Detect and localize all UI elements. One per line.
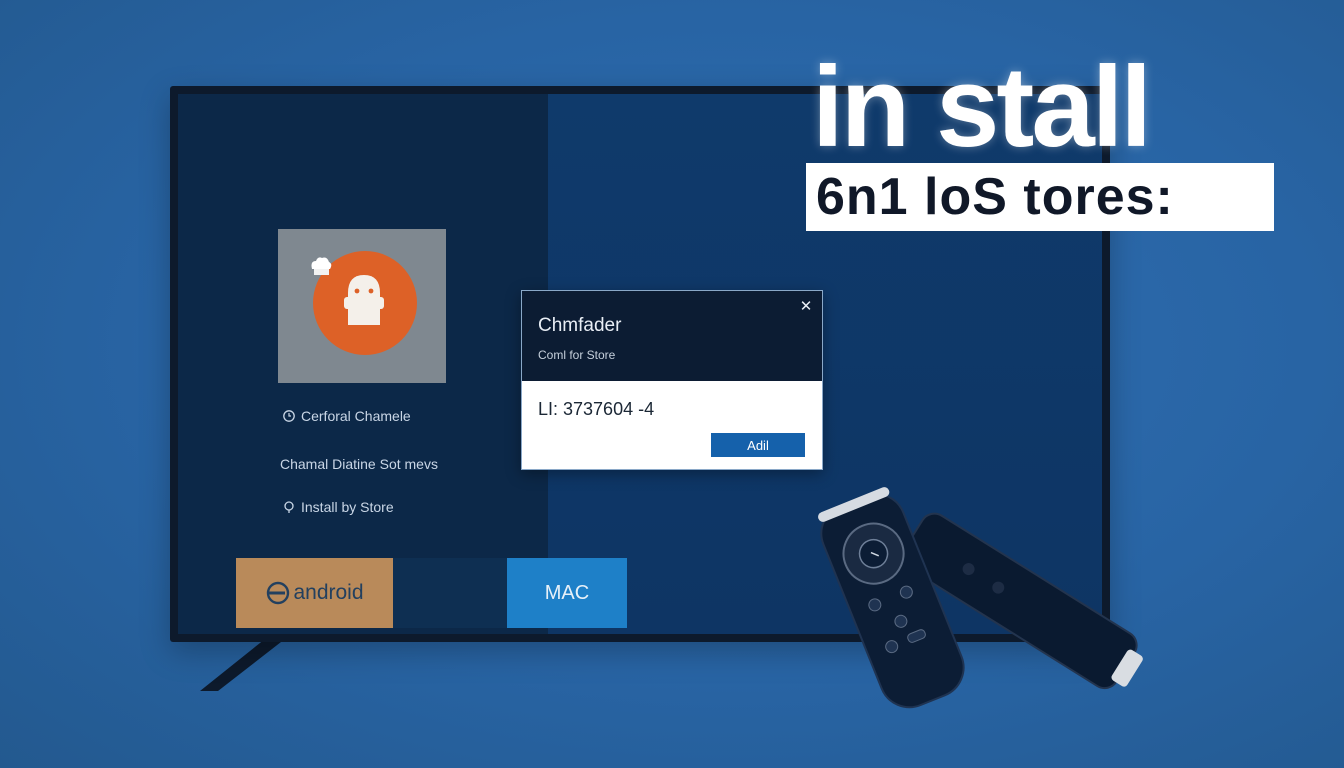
add-button[interactable]: Adil [711,433,805,457]
remote-control-icon [818,487,1143,709]
dialog-title: Chmfader [538,315,622,336]
app-details-panel: Cerforal Chamele Chamal Diatine Sot mevs… [178,94,548,634]
sidebar-item-description[interactable]: Chamal Diatine Sot mevs [280,456,438,472]
tile-label: MAC [544,581,590,604]
add-channel-dialog: Chmfader Coml for Store ✕ LI: 3737604 -4… [521,290,823,470]
tile-android[interactable]: android [236,558,393,628]
sidebar-item-install[interactable]: Install by Store [282,499,394,515]
tile-mac[interactable]: MAC [507,558,627,628]
sidebar-item-label: Install by Store [301,499,394,515]
close-icon[interactable]: ✕ [796,297,816,317]
chef-hat-icon [311,257,332,275]
sidebar-item-channel[interactable]: Cerforal Chamele [282,408,411,424]
dialog-subtitle: Coml for Store [538,348,616,362]
android-logo-icon [267,581,290,605]
app-thumbnail[interactable] [278,229,446,383]
robot-head-icon [344,275,384,325]
sidebar-item-label: Chamal Diatine Sot mevs [280,456,438,472]
refresh-icon [283,410,295,422]
headline-title: in stall [812,44,1152,171]
headline-subtitle: 6n1 loS tores: [806,163,1274,231]
sidebar-item-label: Cerforal Chamele [301,408,411,424]
tv-stand [200,635,290,691]
tile-empty[interactable] [393,558,507,628]
pin-icon [284,501,294,513]
dialog-code-field[interactable]: LI: 3737604 -4 [538,399,654,420]
tile-label: android [293,581,364,604]
dialog-header: Chmfader Coml for Store ✕ [522,291,822,381]
